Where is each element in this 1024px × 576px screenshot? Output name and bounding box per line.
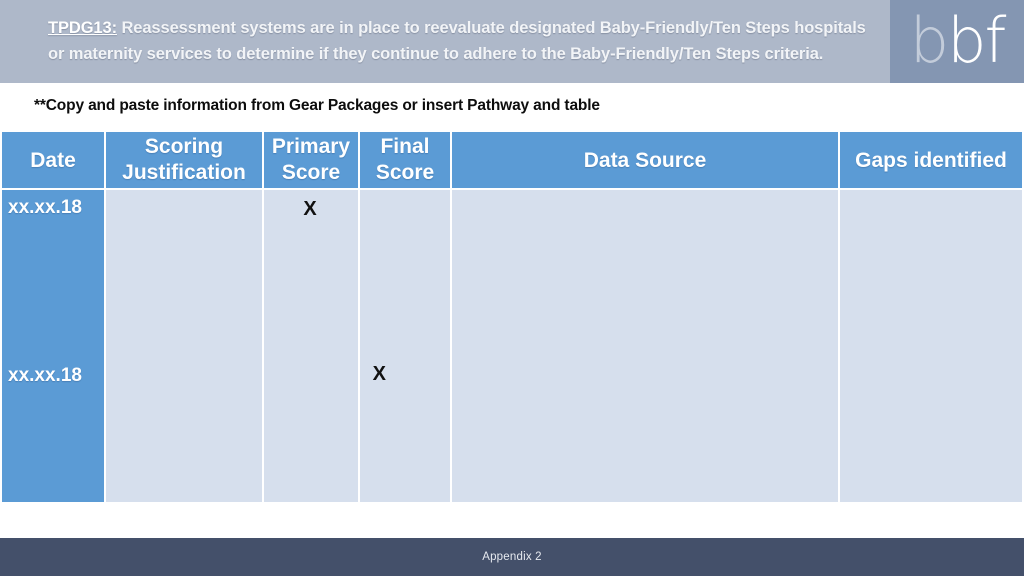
instruction-note: **Copy and paste information from Gear P…: [0, 83, 1024, 128]
scoring-justification-block[interactable]: [106, 190, 262, 502]
table-body: xx.xx.18 xx.xx.18 X X: [2, 190, 1022, 502]
banner-statement: TPDG13: Reassessment systems are in plac…: [48, 16, 872, 67]
final-score-block[interactable]: X: [360, 190, 450, 502]
footer-label: Appendix 2: [482, 551, 542, 563]
column-header-gaps-identified[interactable]: Gaps identified: [840, 132, 1022, 188]
logo-letter-b-first: b: [909, 3, 949, 77]
logo-panel: bbf: [890, 0, 1024, 83]
cell-data-source[interactable]: [452, 190, 838, 502]
standard-code-label: TPDG13:: [48, 19, 117, 37]
top-banner: TPDG13: Reassessment systems are in plac…: [0, 0, 1024, 83]
date-value-second: xx.xx.18: [8, 365, 82, 386]
assessment-table: Date Scoring Justification Primary Score…: [0, 130, 1024, 504]
cell-primary-score[interactable]: X: [264, 190, 358, 502]
column-header-gaps-identified-label: Gaps identified: [840, 132, 1022, 188]
gaps-identified-block[interactable]: [840, 190, 1022, 502]
table-header: Date Scoring Justification Primary Score…: [2, 132, 1022, 188]
primary-score-block[interactable]: X: [264, 190, 358, 502]
column-header-final-score[interactable]: Final Score: [360, 132, 450, 188]
column-header-scoring-justification[interactable]: Scoring Justification: [106, 132, 262, 188]
data-source-block[interactable]: [452, 190, 838, 502]
table-header-row: Date Scoring Justification Primary Score…: [2, 132, 1022, 188]
banner-text-container: TPDG13: Reassessment systems are in plac…: [0, 0, 890, 83]
table-row: xx.xx.18 xx.xx.18 X X: [2, 190, 1022, 502]
column-header-data-source[interactable]: Data Source: [452, 132, 838, 188]
cell-date-column[interactable]: xx.xx.18 xx.xx.18: [2, 190, 104, 502]
column-header-date-label: Date: [2, 132, 104, 188]
column-header-final-score-label: Final Score: [360, 132, 450, 188]
instruction-note-text: **Copy and paste information from Gear P…: [34, 96, 600, 114]
column-header-primary-score[interactable]: Primary Score: [264, 132, 358, 188]
standard-statement-text: Reassessment systems are in place to ree…: [48, 19, 866, 63]
slide-footer: Appendix 2: [0, 538, 1024, 576]
logo-letter-b-second: b: [947, 3, 986, 77]
primary-score-mark: X: [303, 198, 317, 220]
date-column-block[interactable]: xx.xx.18 xx.xx.18: [2, 190, 104, 502]
cell-final-score[interactable]: X: [360, 190, 450, 502]
final-score-mark: X: [372, 363, 386, 385]
column-header-date[interactable]: Date: [2, 132, 104, 188]
cell-scoring-justification[interactable]: [106, 190, 262, 502]
column-header-data-source-label: Data Source: [452, 132, 838, 188]
column-header-scoring-justification-label: Scoring Justification: [106, 132, 262, 188]
date-value-first: xx.xx.18: [8, 197, 82, 218]
column-header-primary-score-label: Primary Score: [264, 132, 358, 188]
bbf-logo: bbf: [910, 9, 1007, 71]
cell-gaps-identified[interactable]: [840, 190, 1022, 502]
logo-letter-f: f: [984, 3, 1006, 77]
